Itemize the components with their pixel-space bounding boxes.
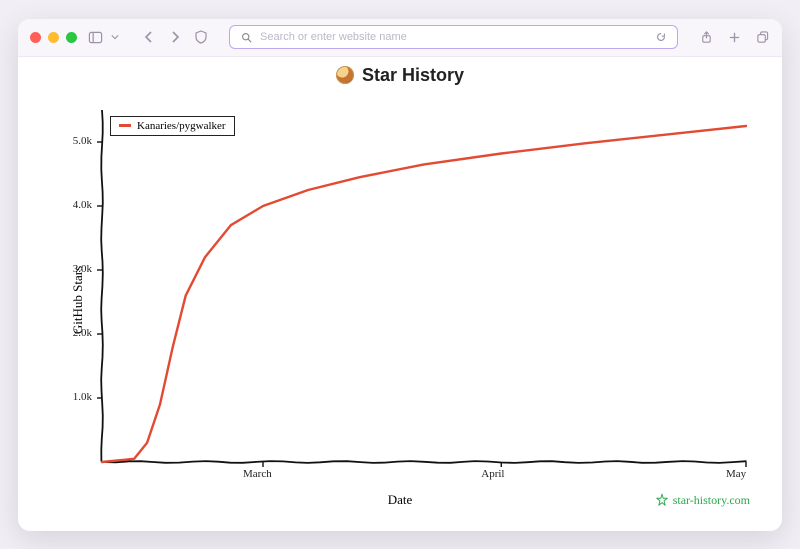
tabs-icon[interactable] bbox=[754, 29, 770, 45]
titlebar bbox=[18, 19, 782, 57]
watermark: star-history.com bbox=[655, 493, 750, 508]
sidebar-icon[interactable] bbox=[87, 29, 103, 45]
maximize-icon[interactable] bbox=[66, 32, 77, 43]
new-tab-icon[interactable] bbox=[726, 29, 742, 45]
x-tick-label: April bbox=[481, 468, 504, 480]
y-tick-label: 2.0k bbox=[38, 327, 92, 339]
chevron-down-icon[interactable] bbox=[107, 29, 123, 45]
legend-swatch bbox=[119, 124, 131, 127]
share-icon[interactable] bbox=[698, 29, 714, 45]
x-tick-label: May bbox=[726, 468, 746, 480]
chart-title-text: Star History bbox=[362, 65, 464, 86]
search-icon bbox=[238, 29, 254, 45]
star-icon bbox=[655, 493, 669, 507]
series-line bbox=[102, 126, 746, 462]
url-bar[interactable] bbox=[229, 25, 678, 49]
chart-title: Star History bbox=[38, 65, 762, 86]
x-tick-label: March bbox=[243, 468, 272, 480]
x-axis-label: Date bbox=[388, 492, 413, 508]
legend-label: Kanaries/pygwalker bbox=[137, 120, 226, 132]
y-tick-label: 3.0k bbox=[38, 263, 92, 275]
close-icon[interactable] bbox=[30, 32, 41, 43]
window-controls bbox=[30, 32, 77, 43]
back-icon[interactable] bbox=[141, 29, 157, 45]
avatar-icon bbox=[336, 66, 354, 84]
y-tick-label: 4.0k bbox=[38, 199, 92, 211]
y-axis-label: GitHub Stars bbox=[70, 265, 86, 333]
page-content: Star History Kanaries/pygwalker GitHub S… bbox=[18, 57, 782, 531]
y-tick-label: 1.0k bbox=[38, 391, 92, 403]
chart: Kanaries/pygwalker GitHub Stars Date 1.0… bbox=[38, 90, 762, 510]
url-input[interactable] bbox=[260, 31, 647, 43]
watermark-text: star-history.com bbox=[673, 493, 750, 508]
reload-icon[interactable] bbox=[653, 29, 669, 45]
y-tick-label: 5.0k bbox=[38, 135, 92, 147]
chart-svg bbox=[38, 90, 762, 510]
shield-icon[interactable] bbox=[193, 29, 209, 45]
forward-icon[interactable] bbox=[167, 29, 183, 45]
browser-window: Star History Kanaries/pygwalker GitHub S… bbox=[18, 19, 782, 531]
minimize-icon[interactable] bbox=[48, 32, 59, 43]
legend: Kanaries/pygwalker bbox=[110, 116, 235, 136]
